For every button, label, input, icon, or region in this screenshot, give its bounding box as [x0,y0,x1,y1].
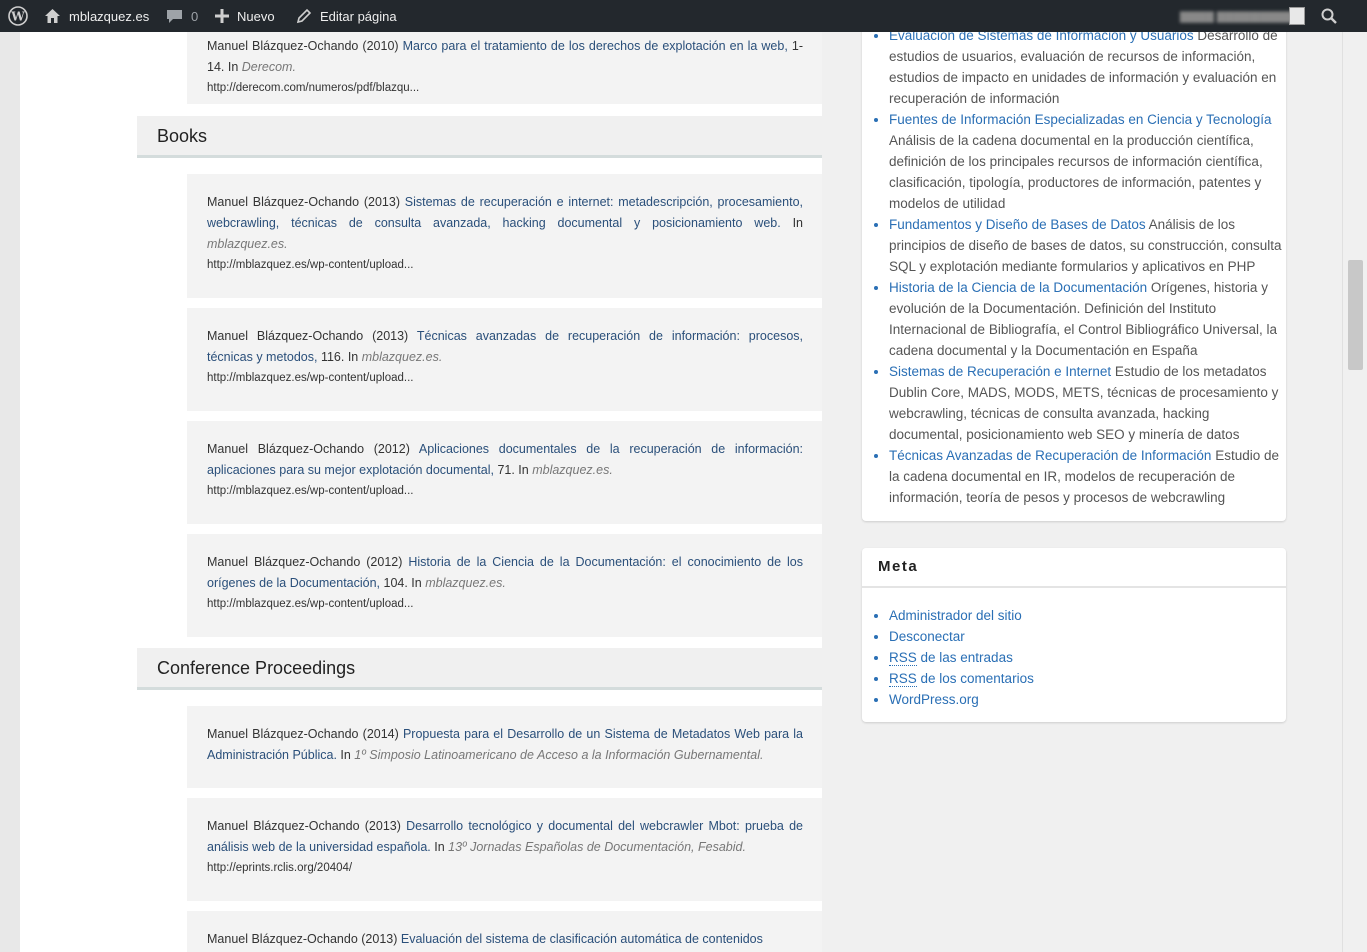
publication-url-link[interactable]: http://mblazquez.es/wp-content/upload... [207,481,803,502]
avatar[interactable] [1289,0,1305,32]
publication-author: Manuel Blázquez-Ochando (2012) [207,442,419,456]
publication-card: Manuel Blázquez-Ochando (2012) Aplicacio… [187,421,822,524]
publication-author: Manuel Blázquez-Ochando (2013) [207,932,401,946]
wordpress-org-link[interactable]: WordPress.org [889,692,979,707]
course-link[interactable]: Fuentes de Información Especializadas en… [889,112,1271,127]
meta-item: RSS de los comentarios [889,668,1286,689]
publication-venue: Derecom. [241,60,296,74]
publication-author: Manuel Blázquez-Ochando (2010) [207,39,403,53]
courses-list: Evaluación de Sistemas de Información y … [862,32,1286,508]
scrollbar-thumb[interactable] [1348,260,1363,370]
user-account-menu[interactable]: ▇▇▇▇ ▇▇▇▇▇▇▇▇▇ [1180,0,1293,32]
publication-venue: mblazquez.es. [361,350,443,364]
rss-comments-link[interactable]: RSS de los comentarios [889,671,1034,687]
main-content: Manuel Blázquez-Ochando (2010) Marco par… [60,32,822,952]
publication-url-link[interactable]: http://mblazquez.es/wp-content/upload... [207,594,803,615]
publication-author: Manuel Blázquez-Ochando (2013) [207,819,407,833]
publication-pages: In [336,748,355,762]
course-item: Fuentes de Información Especializadas en… [889,109,1286,214]
course-description: Análisis de la cadena documental en la p… [889,133,1263,211]
course-item: Evaluación de Sistemas de Información y … [889,32,1286,109]
svg-text:W: W [10,10,25,24]
page-frame: Manuel Blázquez-Ochando (2010) Marco par… [20,32,1342,952]
publication-card: Manuel Blázquez-Ochando (2013) Evaluació… [187,911,822,952]
course-item: Historia de la Ciencia de la Documentaci… [889,277,1286,361]
publication-pages: 116. In [317,350,362,364]
course-item: Técnicas Avanzadas de Recuperación de In… [889,445,1286,508]
publication-title-link[interactable]: Marco para el tratamiento de los derecho… [403,39,788,53]
site-name-label: mblazquez.es [69,8,150,24]
publication-card: Manuel Blázquez-Ochando (2012) Historia … [187,534,822,637]
meta-item: RSS de las entradas [889,647,1286,668]
sidebar: Evaluación de Sistemas de Información y … [822,32,1342,952]
section-heading-books: Books [137,116,822,158]
publication-author: Manuel Blázquez-Ochando (2012) [207,555,409,569]
publication-url-link[interactable]: http://derecom.com/numeros/pdf/blazqu... [207,78,803,99]
course-item: Fundamentos y Diseño de Bases de Datos A… [889,214,1286,277]
rss-comments-label: de los comentarios [916,671,1034,686]
meta-title-label: Meta [878,558,919,575]
meta-list: Administrador del sitio Desconectar RSS … [862,588,1286,710]
publication-card: Manuel Blázquez-Ochando (2013) Desarroll… [187,798,822,901]
section-heading-label: Books [157,126,208,146]
comments-count: 0 [191,8,199,24]
comments-link[interactable]: 0 [166,0,198,32]
rss-entries-link[interactable]: RSS de las entradas [889,650,1013,666]
rss-abbr: RSS [889,650,917,666]
pencil-icon [296,8,312,24]
publication-author: Manuel Blázquez-Ochando (2013) [207,329,417,343]
new-label: Nuevo [237,8,275,24]
publication-venue: mblazquez.es. [207,237,288,251]
publication-url-link[interactable]: http://mblazquez.es/wp-content/upload... [207,368,803,389]
publication-author: Manuel Blázquez-Ochando (2014) [207,727,403,741]
home-icon [44,8,61,24]
publication-venue: mblazquez.es. [532,463,613,477]
publication-url-link[interactable]: http://mblazquez.es/wp-content/upload... [207,255,803,276]
meta-item: Desconectar [889,626,1286,647]
publication-card: Manuel Blázquez-Ochando (2014) Propuesta… [187,706,822,788]
page-scrollbar[interactable] [1342,32,1367,952]
publication-venue: 13º Jornadas Españolas de Documentación,… [448,840,746,854]
section-heading-label: Conference Proceedings [157,658,356,678]
publication-pages: In [430,840,449,854]
section-heading-conference-proceedings: Conference Proceedings [137,648,822,690]
comment-icon [166,8,183,24]
publication-url-link[interactable]: http://eprints.rclis.org/20404/ [207,858,803,879]
edit-page-button[interactable]: Editar página [296,0,397,32]
publication-pages: In [780,216,803,230]
meta-item: WordPress.org [889,689,1286,710]
publication-pages: 104. In [380,576,426,590]
new-content-button[interactable]: Nuevo [215,0,275,32]
course-description: Desarrollo de estudios de usuarios, eval… [889,32,1278,106]
plus-icon [215,9,229,23]
publication-pages: 71. In [493,463,533,477]
meta-widget: Meta Administrador del sitio Desconectar… [862,548,1286,722]
logout-link[interactable]: Desconectar [889,629,965,644]
search-icon[interactable] [1321,0,1337,32]
publication-card: Manuel Blázquez-Ochando (2013) Sistemas … [187,174,822,298]
meta-item: Administrador del sitio [889,605,1286,626]
publication-venue: mblazquez.es. [425,576,506,590]
publication-title-link[interactable]: Evaluación del sistema de clasificación … [401,932,763,946]
course-link[interactable]: Técnicas Avanzadas de Recuperación de In… [889,448,1211,463]
site-admin-link[interactable]: Administrador del sitio [889,608,1022,623]
admin-bar: W mblazquez.es 0 Nuevo Editar página ▇▇▇… [0,0,1367,32]
publication-card: Manuel Blázquez-Ochando (2013) Técnicas … [187,308,822,411]
courses-widget: Evaluación de Sistemas de Información y … [862,32,1286,521]
meta-widget-title: Meta [862,548,1286,588]
course-link[interactable]: Sistemas de Recuperación e Internet [889,364,1111,379]
user-name: ▇▇▇▇ ▇▇▇▇▇▇▇▇▇ [1180,10,1294,23]
course-link[interactable]: Evaluación de Sistemas de Información y … [889,32,1194,43]
rss-abbr: RSS [889,671,917,687]
publication-author: Manuel Blázquez-Ochando (2013) [207,195,405,209]
publication-card: Manuel Blázquez-Ochando (2010) Marco par… [187,32,822,104]
course-link[interactable]: Fundamentos y Diseño de Bases de Datos [889,217,1146,232]
wordpress-logo-icon[interactable]: W [8,0,28,32]
rss-entries-label: de las entradas [916,650,1013,665]
publication-venue: 1º Simposio Latinoamericano de Acceso a … [354,748,764,762]
edit-page-label: Editar página [320,8,397,24]
course-link[interactable]: Historia de la Ciencia de la Documentaci… [889,280,1147,295]
site-name-link[interactable]: mblazquez.es [44,0,149,32]
course-item: Sistemas de Recuperación e Internet Estu… [889,361,1286,445]
